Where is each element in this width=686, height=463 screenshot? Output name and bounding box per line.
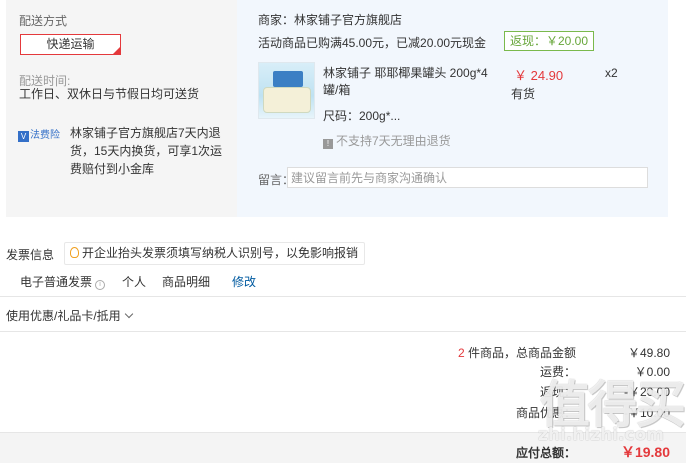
product-image-label [273, 71, 303, 87]
summary-total-row: 2 件商品，总商品金额 ￥49.80 [270, 345, 670, 361]
summary-shipping-value: ￥0.00 [634, 365, 670, 379]
divider [0, 331, 686, 332]
summary-shipping-label: 运费： [539, 365, 576, 379]
summary-rebate-row: 返现： -￥20.00 [270, 384, 670, 400]
product-image[interactable] [258, 62, 315, 119]
payable-amount: ￥19.80 [620, 444, 670, 460]
express-shipping-label: 快递运输 [46, 37, 95, 51]
insurance-tag[interactable]: V 法费险 [18, 126, 60, 142]
summary-shipping-row: 运费： ￥0.00 [270, 364, 670, 380]
selected-corner-icon [113, 47, 120, 54]
promo-text: 活动商品已购满45.00元，已减20.00元现金 [258, 36, 487, 50]
order-panel: 配送方式 快递运输 配送时间: 工作日、双休日与节假日均可送货 V 法费险 林家铺… [6, 0, 668, 217]
store-name: 商家：林家铺子官方旗舰店 [258, 13, 403, 27]
divider [0, 296, 686, 297]
invoice-tip: 开企业抬头发票须填写纳税人识别号，以免影响报销 [64, 242, 366, 265]
payable-label: 应付总额： [515, 446, 576, 460]
summary-total-value: ￥49.80 [627, 346, 670, 360]
product-quantity: x2 [605, 66, 618, 80]
store-section: 商家：林家铺子官方旗舰店 活动商品已购满45.00元，已减20.00元现金 返现… [237, 0, 668, 217]
summary-total-label: 2 件商品，总商品金额 [457, 346, 576, 360]
chevron-down-icon [124, 309, 133, 319]
payment-bar: 应付总额： ￥19.80 [0, 432, 686, 463]
product-price: ￥ 24.90 [514, 68, 564, 83]
no-return-icon: ! [323, 139, 333, 149]
invoice-personal: 个人 [122, 275, 147, 289]
info-icon[interactable]: i [95, 280, 106, 290]
lightbulb-icon [70, 247, 79, 258]
shipping-section: 配送方式 快递运输 配送时间: 工作日、双休日与节假日均可送货 V 法费险 林家铺… [6, 0, 237, 217]
product-stock: 有货 [511, 87, 536, 101]
summary-rebate-label: 返现： [539, 385, 576, 399]
summary-discount-row: 商品优惠： -￥10.00 [270, 405, 670, 421]
coupon-toggle[interactable]: 使用优惠/礼品卡/抵用 [6, 307, 133, 324]
summary-rebate-value: -￥20.00 [623, 385, 670, 399]
product-name[interactable]: 林家铺子 耶耶椰果罐头 200g*4罐/箱 [323, 65, 493, 99]
product-image-jar [263, 87, 311, 113]
insurance-shield-icon: V [18, 131, 29, 142]
rebate-badge: 返现：￥20.00 [504, 31, 595, 51]
invoice-modify-link[interactable]: 修改 [232, 273, 256, 290]
express-shipping-button[interactable]: 快递运输 [20, 34, 121, 55]
shipping-time-value: 工作日、双休日与节假日均可送货 [19, 87, 200, 101]
invoice-title: 发票信息 [6, 248, 55, 262]
shipping-title: 配送方式 [19, 14, 68, 28]
message-input[interactable] [287, 167, 648, 188]
summary-discount-value: -￥10.00 [623, 406, 670, 420]
no-return-notice: ! 不支持7天无理由退货 [323, 132, 451, 149]
insurance-text: 林家铺子官方旗舰店7天内退货，15天内换货，可享1次运费赔付到小金库 [70, 126, 223, 176]
summary-discount-label: 商品优惠： [515, 406, 576, 420]
product-size: 尺码：200g*... [323, 109, 401, 123]
invoice-detail: 商品明细 [162, 275, 211, 289]
invoice-type: 电子普通发票 i [20, 273, 106, 290]
